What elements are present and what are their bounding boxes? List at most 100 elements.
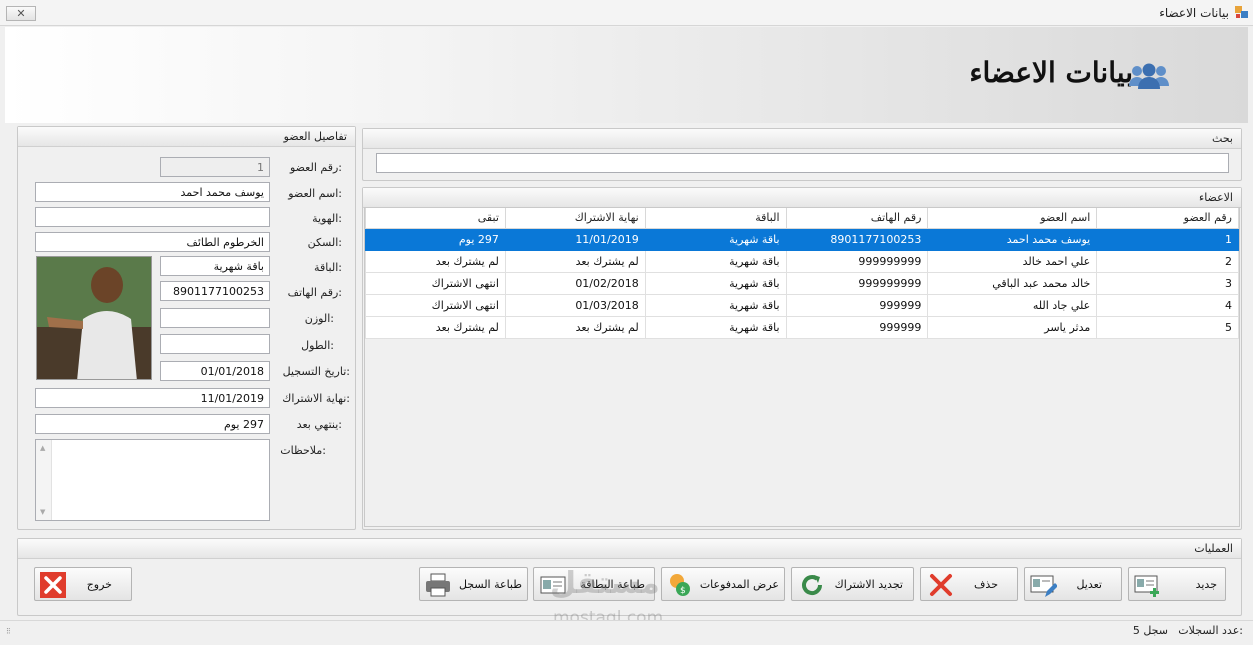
window-title: بيانات الاعضاء	[1159, 6, 1229, 20]
table-cell[interactable]: خالد محمد عبد الباقي	[927, 271, 1098, 295]
table-cell[interactable]: 999999999	[785, 271, 929, 295]
table-cell[interactable]: 8901177100253	[785, 227, 929, 251]
table-cell[interactable]: 11/01/2019	[504, 227, 646, 251]
group-header: العمليات	[18, 539, 1241, 559]
new-button-label: جديد	[1195, 578, 1217, 591]
table-cell[interactable]: 2	[1096, 249, 1239, 273]
notes-label: ملاحظات:	[280, 444, 326, 457]
resize-grip-icon[interactable]: ⁝⁝	[6, 627, 11, 637]
member-photo	[36, 256, 152, 380]
column-header[interactable]: الباقة	[644, 208, 787, 229]
table-cell[interactable]: 4	[1096, 293, 1239, 317]
table-cell[interactable]: 999999999	[785, 249, 929, 273]
id-number-label: الهوية:	[312, 212, 342, 225]
package-label: الباقة:	[314, 261, 342, 274]
table-row[interactable]: 2 علي احمد خالد 999999999 باقة شهرية لم يشتر…	[365, 249, 1239, 273]
table-cell[interactable]: مدثر ياسر	[927, 315, 1098, 339]
notes-scrollbar[interactable]: ▲ ▼	[36, 440, 52, 520]
print-record-button-label: طباعة السجل	[458, 578, 522, 591]
notes-textarea[interactable]: ▲ ▼	[35, 439, 270, 521]
add-card-icon	[1134, 575, 1159, 597]
table-row[interactable]: 5 مدثر ياسر 999999 باقة شهرية لم يشترك بعد لم…	[365, 315, 1239, 339]
members-table: رقم العضو اسم العضو رقم الهاتف الباقة نهاية …	[365, 208, 1239, 339]
table-cell[interactable]: لم يشترك بعد	[365, 249, 506, 273]
table-cell[interactable]: لم يشترك بعد	[504, 249, 646, 273]
members-grid[interactable]: رقم العضو اسم العضو رقم الهاتف الباقة نهاية …	[364, 207, 1240, 527]
table-cell[interactable]: 3	[1096, 271, 1239, 295]
records-count-value: 5 سجل	[1132, 624, 1168, 637]
expires-in-field[interactable]	[35, 414, 270, 434]
registration-date-label: تاريخ التسجيل:	[282, 365, 350, 378]
view-payments-button[interactable]: عرض المدفوعات $	[661, 567, 785, 601]
height-field[interactable]	[160, 334, 270, 354]
table-cell[interactable]: 1	[1096, 227, 1239, 251]
table-cell[interactable]: 297 يوم	[365, 227, 506, 251]
member-id-field[interactable]	[160, 157, 270, 177]
member-photo-image	[37, 257, 151, 379]
table-cell[interactable]: 999999	[785, 293, 929, 317]
scroll-up-icon[interactable]: ▲	[40, 444, 45, 452]
status-bar	[0, 620, 1253, 645]
column-header[interactable]: تبقى	[365, 208, 506, 229]
phone-label: رقم الهاتف:	[287, 286, 342, 299]
exit-button-label: خروج	[86, 578, 112, 591]
group-title: بحث	[1212, 132, 1233, 145]
column-header[interactable]: نهاية الاشتراك	[504, 208, 646, 229]
column-header[interactable]: رقم العضو	[1096, 208, 1239, 229]
subscription-end-label: نهاية الاشتراك:	[282, 392, 350, 405]
height-label: الطول:	[301, 339, 334, 352]
phone-field[interactable]	[160, 281, 270, 301]
table-cell[interactable]: باقة شهرية	[644, 271, 787, 295]
edit-button[interactable]: تعديل	[1024, 567, 1122, 601]
subscription-end-field[interactable]	[35, 388, 270, 408]
member-name-field[interactable]	[35, 182, 270, 202]
delete-button[interactable]: حذف	[920, 567, 1018, 601]
table-cell[interactable]: يوسف محمد احمد	[927, 227, 1098, 251]
table-cell[interactable]: علي احمد خالد	[927, 249, 1098, 273]
table-row[interactable]: 4 علي جاد الله 999999 باقة شهرية 01/03/2018 ا…	[365, 293, 1239, 317]
column-header[interactable]: اسم العضو	[927, 208, 1098, 229]
payments-button-label: عرض المدفوعات	[699, 578, 779, 591]
table-cell[interactable]: 01/02/2018	[504, 271, 646, 295]
table-cell[interactable]: علي جاد الله	[927, 293, 1098, 317]
renew-button-label: تجديد الاشتراك	[834, 578, 903, 591]
svg-text:$: $	[680, 586, 686, 596]
residence-label: السكن:	[307, 236, 342, 249]
id-number-field[interactable]	[35, 207, 270, 227]
table-cell[interactable]: انتهى الاشتراك	[365, 271, 506, 295]
edit-button-label: تعديل	[1076, 578, 1102, 591]
package-field[interactable]	[160, 256, 270, 276]
table-cell[interactable]: باقة شهرية	[644, 249, 787, 273]
table-cell[interactable]: انتهى الاشتراك	[365, 293, 506, 317]
table-row[interactable]: 1 يوسف محمد احمد 8901177100253 باقة شهرية 11…	[365, 227, 1239, 251]
page-title: بيانات الاعضاء	[969, 56, 1133, 89]
expires-in-label: ينتهي بعد:	[296, 418, 342, 431]
exit-icon	[40, 572, 66, 598]
table-cell[interactable]: لم يشترك بعد	[504, 315, 646, 339]
exit-button[interactable]: خروج	[34, 567, 132, 601]
residence-field[interactable]	[35, 232, 270, 252]
window-titlebar	[0, 0, 1253, 26]
table-cell[interactable]: باقة شهرية	[644, 227, 787, 251]
table-cell[interactable]: باقة شهرية	[644, 315, 787, 339]
group-title: الاعضاء	[1199, 191, 1233, 204]
table-cell[interactable]: لم يشترك بعد	[365, 315, 506, 339]
table-cell[interactable]: 5	[1096, 315, 1239, 339]
column-header[interactable]: رقم الهاتف	[785, 208, 929, 229]
new-button[interactable]: جديد	[1128, 567, 1226, 601]
table-cell[interactable]: 999999	[785, 315, 929, 339]
printer-icon	[426, 573, 450, 597]
coins-icon: $	[670, 574, 690, 596]
weight-field[interactable]	[160, 308, 270, 328]
table-cell[interactable]: باقة شهرية	[644, 293, 787, 317]
registration-date-field[interactable]	[160, 361, 270, 381]
weight-label: الوزن:	[304, 312, 334, 325]
scroll-down-icon[interactable]: ▼	[40, 508, 45, 516]
window-close-button[interactable]: ✕	[6, 6, 36, 21]
table-row[interactable]: 3 خالد محمد عبد الباقي 999999999 باقة شهرية…	[365, 271, 1239, 295]
search-input[interactable]	[376, 153, 1229, 173]
group-header: بحث	[363, 129, 1241, 149]
renew-subscription-button[interactable]: تجديد الاشتراك	[791, 567, 914, 601]
table-cell[interactable]: 01/03/2018	[504, 293, 646, 317]
print-record-button[interactable]: طباعة السجل	[419, 567, 528, 601]
